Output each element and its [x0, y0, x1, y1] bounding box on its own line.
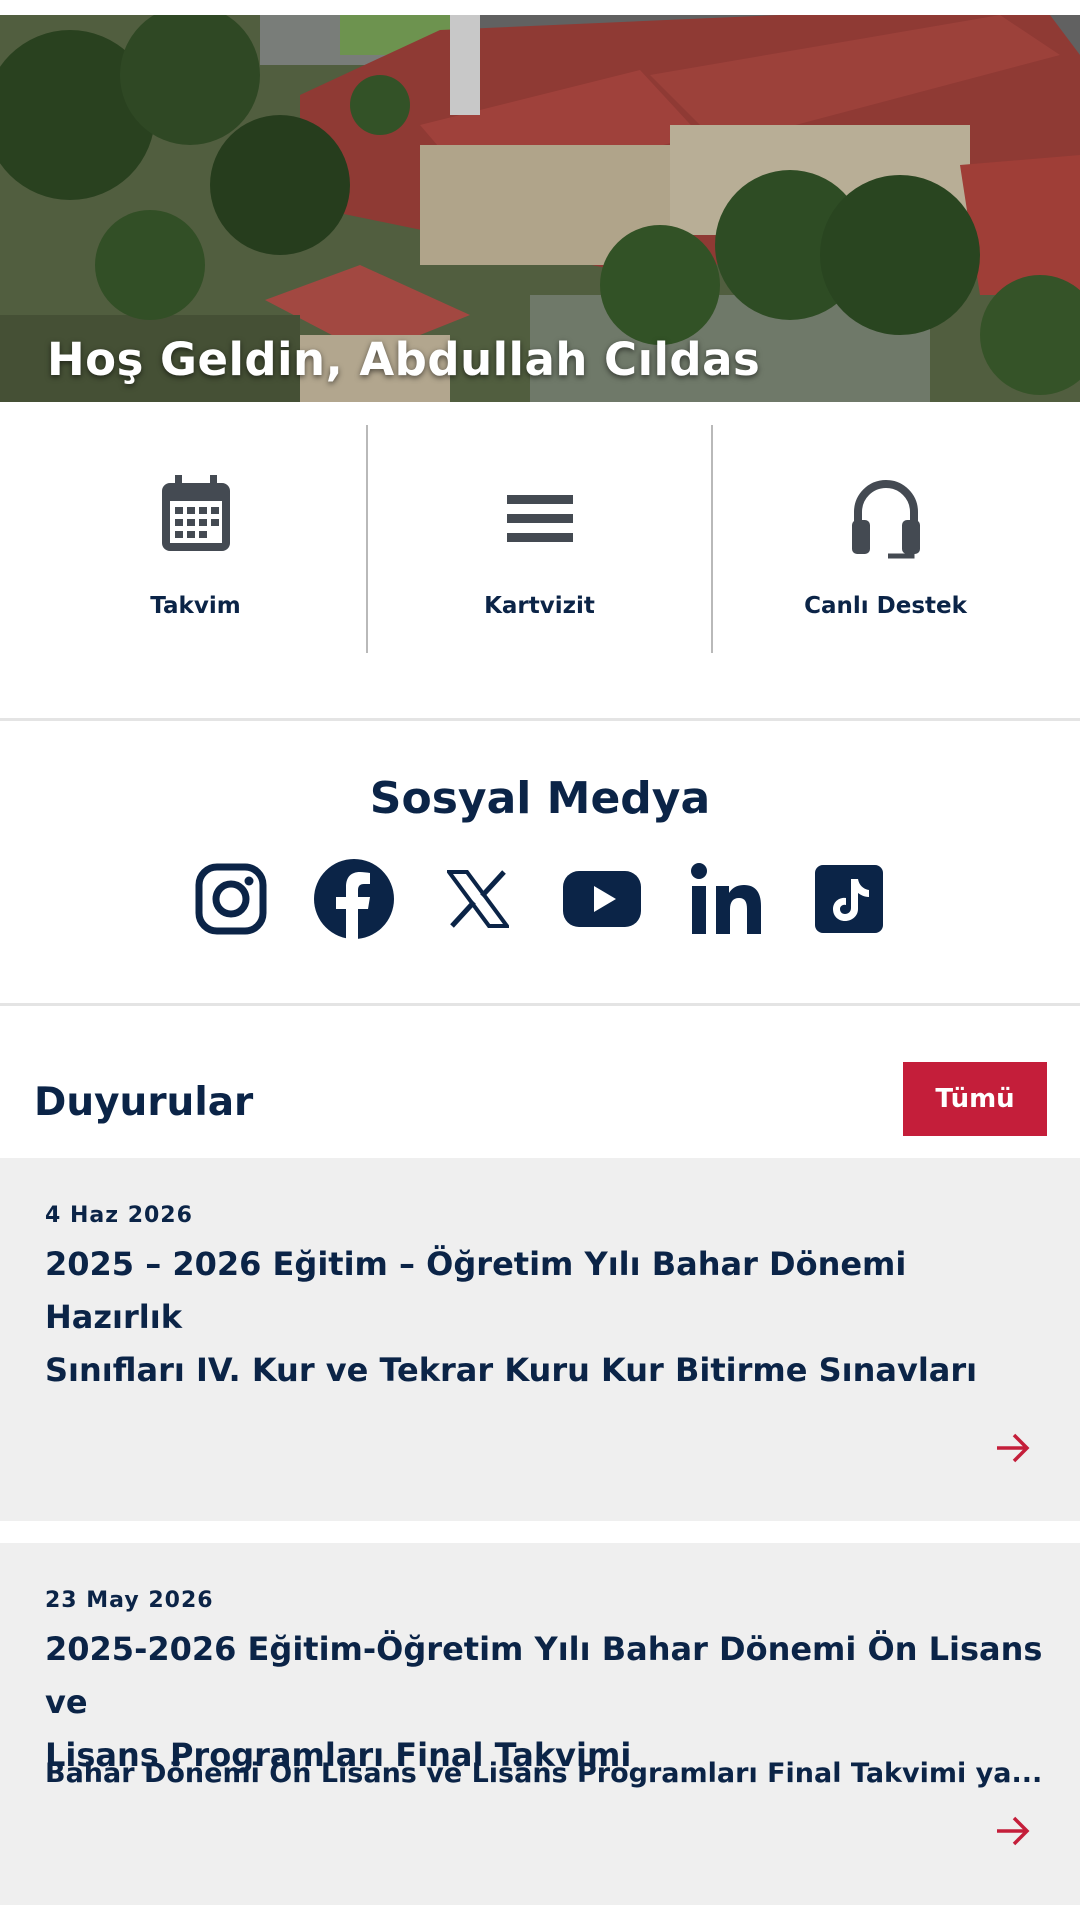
social-heading: Sosyal Medya	[369, 773, 711, 824]
announcement-title-line: 2025-2026 Eğitim-Öğretim Yılı Bahar Döne…	[45, 1630, 1043, 1721]
announcement-date: 4 Haz 2026	[45, 1203, 193, 1228]
x-icon[interactable]	[437, 858, 519, 940]
instagram-icon[interactable]	[190, 858, 272, 940]
section-divider	[0, 1003, 1080, 1006]
calendar-button[interactable]: Takvim	[23, 403, 368, 648]
announcement-date: 23 May 2026	[45, 1588, 214, 1613]
live-support-label: Canlı Destek	[804, 593, 967, 619]
announcement-title: 2025 – 2026 Eğitim – Öğretim Yılı Bahar …	[45, 1238, 1045, 1397]
tiktok-icon[interactable]	[808, 858, 890, 940]
welcome-heading: Hoş Geldin, Abdullah Cıldas	[47, 333, 761, 386]
linkedin-icon[interactable]	[685, 858, 767, 940]
facebook-icon[interactable]	[313, 858, 395, 940]
arrow-right-icon[interactable]	[995, 1432, 1031, 1468]
announcement-card[interactable]: 4 Haz 2026 2025 – 2026 Eğitim – Öğretim …	[0, 1158, 1080, 1521]
hero-banner: Hoş Geldin, Abdullah Cıldas	[0, 15, 1080, 402]
view-all-button[interactable]: Tümü	[903, 1062, 1047, 1136]
business-card-button[interactable]: Kartvizit	[367, 403, 712, 648]
announcements-heading: Duyurular	[34, 1080, 254, 1125]
calendar-icon	[161, 475, 230, 555]
calendar-label: Takvim	[150, 593, 241, 619]
youtube-icon[interactable]	[561, 858, 643, 940]
announcement-title-line: Sınıfları IV. Kur ve Tekrar Kuru Kur Bit…	[45, 1351, 978, 1389]
section-divider	[0, 718, 1080, 721]
quick-actions: Takvim Kartvizit Canlı Destek	[0, 403, 1080, 719]
announcement-title-line: 2025 – 2026 Eğitim – Öğretim Yılı Bahar …	[45, 1245, 907, 1336]
live-support-button[interactable]: Canlı Destek	[713, 403, 1058, 648]
business-card-label: Kartvizit	[484, 593, 595, 619]
arrow-right-icon[interactable]	[995, 1815, 1031, 1851]
headset-icon	[851, 478, 920, 564]
announcement-description: Bahar Dönemi Ön Lisans ve Lisans Program…	[45, 1758, 1043, 1789]
card-lines-icon	[506, 495, 573, 547]
announcement-card[interactable]: 23 May 2026 2025-2026 Eğitim-Öğretim Yıl…	[0, 1543, 1080, 1905]
